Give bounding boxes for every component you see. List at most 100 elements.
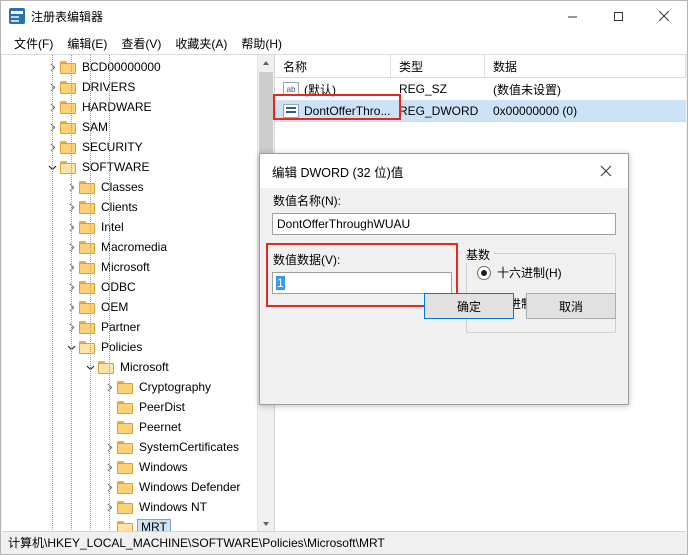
column-header-type[interactable]: 类型 — [391, 55, 485, 77]
tree-item[interactable]: SAM — [2, 117, 274, 137]
value-name-input[interactable]: DontOfferThroughWUAU — [272, 213, 616, 235]
dialog-fields-row: 数值数据(V): 1 基数 十六进制(H) 十进制(D) — [266, 243, 616, 333]
folder-icon — [60, 140, 76, 154]
status-path: 计算机\HKEY_LOCAL_MACHINE\SOFTWARE\Policies… — [8, 536, 385, 550]
scroll-up-arrow[interactable] — [258, 55, 274, 71]
tree-item[interactable]: BCD00000000 — [2, 57, 274, 77]
values-list[interactable]: ab (默认) REG_SZ (数值未设置) DontOfferThro... REG_D… — [275, 78, 686, 122]
value-data-input[interactable]: 1 — [272, 272, 452, 294]
values-header: 名称 类型 数据 — [275, 55, 686, 78]
scroll-down-arrow[interactable] — [258, 516, 274, 532]
folder-icon — [60, 160, 76, 174]
window-title: 注册表编辑器 — [31, 9, 104, 24]
tree-item-label: Peernet — [139, 420, 182, 434]
folder-icon — [117, 480, 133, 494]
tree-item[interactable]: SOFTWARE — [2, 157, 274, 177]
value-data-text: 1 — [276, 276, 285, 290]
table-row[interactable]: ab (默认) REG_SZ (数值未设置) — [275, 78, 686, 100]
folder-icon — [79, 280, 95, 294]
tree-item[interactable]: Windows Defender — [2, 477, 274, 497]
tree-item[interactable]: Windows — [2, 457, 274, 477]
tree-item[interactable]: ODBC — [2, 277, 274, 297]
tree-item[interactable]: OEM — [2, 297, 274, 317]
cancel-button[interactable]: 取消 — [526, 293, 616, 319]
folder-icon — [117, 400, 133, 414]
base-section: 基数 十六进制(H) 十进制(D) — [466, 246, 616, 333]
tree-item[interactable]: DRIVERS — [2, 77, 274, 97]
column-header-name[interactable]: 名称 — [275, 55, 391, 77]
string-value-icon: ab — [283, 82, 299, 96]
folder-icon — [79, 240, 95, 254]
radio-hexadecimal[interactable]: 十六进制(H) — [477, 264, 605, 281]
folder-icon — [60, 80, 76, 94]
tree-item-label: Windows Defender — [139, 480, 241, 494]
table-row[interactable]: DontOfferThro... REG_DWORD 0x00000000 (0) — [275, 100, 686, 122]
registry-editor-window: 注册表编辑器 文件(F) 编辑(E) 查看(V) 收藏夹(A) 帮助(H) BC… — [0, 0, 688, 555]
menu-item-help[interactable]: 帮助(H) — [234, 33, 289, 54]
radio-label-hexadecimal: 十六进制(H) — [497, 266, 562, 280]
folder-icon — [79, 300, 95, 314]
edit-dword-dialog: 编辑 DWORD (32 位)值 数值名称(N): DontOfferThrou… — [259, 153, 629, 405]
tree-item[interactable]: MRT — [2, 517, 274, 532]
folder-icon — [79, 200, 95, 214]
tree-item[interactable]: Microsoft — [2, 357, 274, 377]
tree-item[interactable]: Peernet — [2, 417, 274, 437]
tree-item[interactable]: Microsoft — [2, 257, 274, 277]
value-name: (默认) — [304, 82, 336, 97]
tree-guide-line — [109, 55, 111, 532]
tree-item[interactable]: Cryptography — [2, 377, 274, 397]
tree-item-label: Classes — [101, 180, 144, 194]
tree-item[interactable]: HARDWARE — [2, 97, 274, 117]
menu-item-view[interactable]: 查看(V) — [114, 33, 168, 54]
tree-item[interactable]: Classes — [2, 177, 274, 197]
tree-item-label: Partner — [101, 320, 141, 334]
tree-item[interactable]: Clients — [2, 197, 274, 217]
tree-item-label: Microsoft — [101, 260, 150, 274]
menu-bar: 文件(F) 编辑(E) 查看(V) 收藏夹(A) 帮助(H) — [1, 32, 687, 55]
folder-icon — [79, 340, 95, 354]
registry-tree-pane[interactable]: BCD00000000 DRIVERS HARDWARE SAM SECURITY SOF… — [2, 55, 275, 532]
folder-icon — [79, 180, 95, 194]
tree-item-label: SAM — [82, 120, 109, 134]
folder-icon — [117, 500, 133, 514]
registry-tree[interactable]: BCD00000000 DRIVERS HARDWARE SAM SECURITY SOF… — [2, 55, 274, 532]
menu-item-edit[interactable]: 编辑(E) — [60, 33, 114, 54]
tree-item[interactable]: Macromedia — [2, 237, 274, 257]
column-header-data[interactable]: 数据 — [485, 55, 686, 77]
close-icon[interactable] — [641, 1, 687, 31]
close-icon[interactable] — [584, 154, 628, 188]
tree-item[interactable]: Policies — [2, 337, 274, 357]
tree-item[interactable]: Windows NT — [2, 497, 274, 517]
value-data-section: 数值数据(V): 1 — [266, 243, 458, 333]
tree-guide-line — [90, 55, 92, 532]
cell-type: REG_SZ — [399, 82, 448, 96]
folder-icon — [117, 460, 133, 474]
tree-item-label: PeerDist — [139, 400, 186, 414]
tree-item[interactable]: Partner — [2, 317, 274, 337]
tree-item-label: Intel — [101, 220, 124, 234]
ok-button[interactable]: 确定 — [424, 293, 514, 319]
tree-item-label: BCD00000000 — [82, 60, 161, 74]
tree-item[interactable]: PeerDist — [2, 397, 274, 417]
folder-icon — [60, 60, 76, 74]
dword-value-icon — [283, 104, 299, 118]
tree-item-label: Clients — [101, 200, 138, 214]
value-name: DontOfferThro... — [304, 104, 391, 118]
tree-item-label: Windows NT — [139, 500, 208, 514]
value-name-label: 数值名称(N): — [273, 194, 341, 208]
registry-editor-icon — [9, 8, 25, 24]
tree-item-label: SystemCertificates — [139, 440, 240, 454]
cell-data: (数值未设置) — [493, 82, 561, 97]
tree-item[interactable]: SECURITY — [2, 137, 274, 157]
tree-item[interactable]: Intel — [2, 217, 274, 237]
menu-item-favorites[interactable]: 收藏夹(A) — [168, 33, 234, 54]
minimize-icon[interactable] — [549, 1, 595, 31]
tree-item-label: Microsoft — [120, 360, 169, 374]
maximize-icon[interactable] — [595, 1, 641, 31]
tree-item[interactable]: SystemCertificates — [2, 437, 274, 457]
cell-name: ab (默认) — [275, 81, 391, 98]
folder-icon — [79, 260, 95, 274]
window-controls — [549, 1, 687, 31]
menu-item-file[interactable]: 文件(F) — [7, 33, 60, 54]
dialog-title: 编辑 DWORD (32 位)值 — [272, 165, 404, 180]
